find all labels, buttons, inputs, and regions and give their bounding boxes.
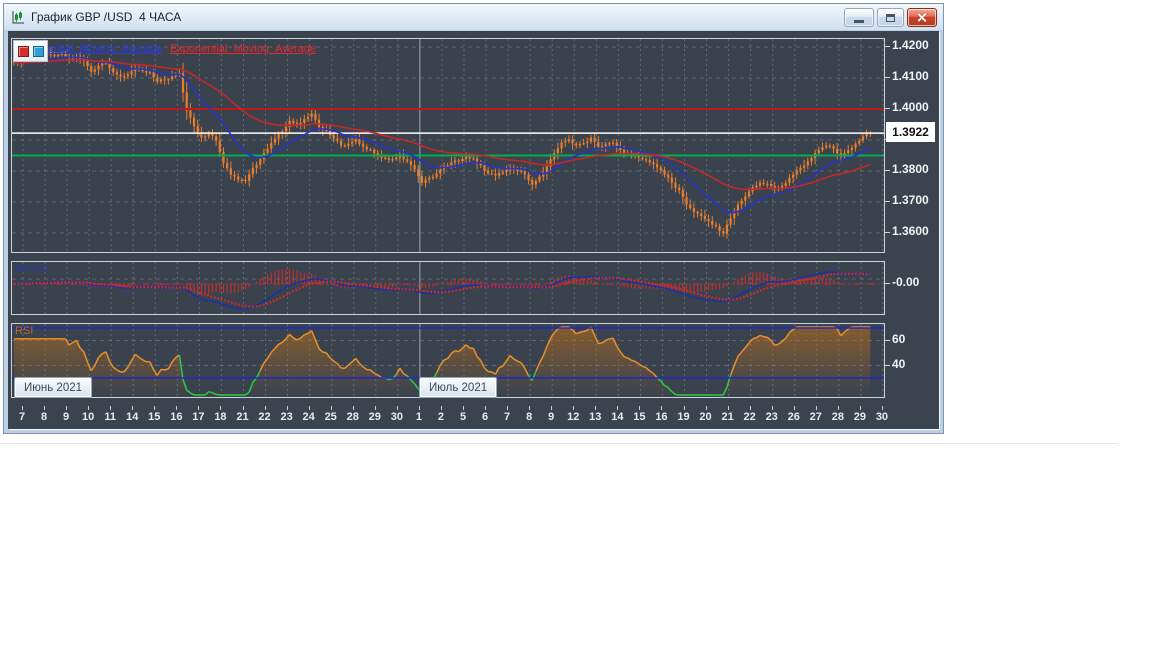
close-button[interactable] [907,8,937,27]
price-axis-label: 1.3700 [892,193,929,207]
time-axis-label: 2 [430,406,452,423]
macd-axis-tick [884,283,890,284]
time-axis-label: 17 [187,406,209,423]
chart-window-icon [10,9,26,25]
indicator-legend: Exponential_Moving_Average Exponential_M… [16,39,316,59]
price-axis-label: 1.4200 [892,38,929,52]
time-axis-label: 25 [320,406,342,423]
rsi-axis-tick [884,339,890,341]
legend-color-chips [13,40,48,62]
ema-slow-legend[interactable]: Exponential_Moving_Average [170,43,316,55]
month-badge-july[interactable]: Июль 2021 [419,377,498,398]
price-axis-label: 1.3600 [892,224,929,238]
time-axis-label: 15 [628,406,650,423]
macd-chart-svg [12,262,884,314]
macd-label: MACD [15,263,48,275]
price-chart-svg [12,39,884,252]
time-axis-label: 9 [540,406,562,423]
time-axis-label: 22 [254,406,276,423]
time-axis-label: 11 [99,406,121,423]
time-axis-label: 20 [695,406,717,423]
price-panel[interactable] [11,38,885,253]
time-axis-label: 30 [386,406,408,423]
price-axis-tick [884,77,890,78]
price-axis-tick [884,108,890,109]
time-axis-label: 21 [717,406,739,423]
time-axis-label: 26 [783,406,805,423]
time-axis-label: 13 [584,406,606,423]
time-axis-label: 19 [673,406,695,423]
background-divider [0,443,1118,444]
time-axis-label: 14 [606,406,628,423]
time-axis-label: 29 [849,406,871,423]
time-axis-label: 30 [871,406,893,423]
minimize-button[interactable] [844,8,874,27]
time-axis-label: 8 [518,406,540,423]
time-axis-label: 7 [496,406,518,423]
grid-horizontal [12,46,884,234]
rsi-label: RSI [15,325,34,337]
time-axis-label: 7 [11,406,33,423]
time-axis-label: 23 [761,406,783,423]
window-controls [844,8,937,27]
time-axis-label: 6 [474,406,496,423]
ema-fast-color-chip[interactable] [32,45,44,57]
minimize-icon [854,20,864,23]
time-axis-label: 16 [650,406,672,423]
macd-axis-label: -0.00 [892,275,920,289]
ema-slow-color-chip[interactable] [17,45,29,57]
time-axis-label: 23 [276,406,298,423]
current-price-label: 1.3922 [886,122,935,142]
rsi-axis-label: 40 [892,356,906,371]
time-axis-label: 8 [33,406,55,423]
price-axis-tick [884,201,890,202]
time-axis-label: 9 [55,406,77,423]
close-icon [917,12,928,23]
time-axis-label: 1 [408,406,430,423]
time-axis-label: 24 [298,406,320,423]
time-axis-label: 28 [342,406,364,423]
rsi-axis-tick [884,364,890,366]
chart-window: График GBP /USD 4 ЧАСА Exponential_Movin… [3,3,944,434]
time-axis-label: 29 [364,406,386,423]
desktop: { "window": { "title": "График GBP /USD … [0,0,1152,648]
time-axis: 7 8 9 10 11 14 15 16 17 18 21 22 23 24 25 28 29 30 1 2 5 6 7 8 9… [8,405,939,427]
time-axis-label: 21 [232,406,254,423]
time-axis-label: 27 [805,406,827,423]
price-axis-tick [884,170,890,171]
time-axis-label: 18 [209,406,231,423]
price-axis-tick [884,46,890,47]
maximize-button[interactable] [877,8,904,27]
restore-icon [886,13,895,22]
time-axis-label: 5 [452,406,474,423]
price-axis-label: 1.4100 [892,69,929,83]
window-title: График GBP /USD 4 ЧАСА [31,10,182,24]
time-axis-label: 16 [165,406,187,423]
time-axis-label: 12 [562,406,584,423]
macd-panel[interactable] [11,261,885,315]
rsi-axis-label: 60 [892,331,906,346]
time-axis-label: 22 [739,406,761,423]
titlebar[interactable]: График GBP /USD 4 ЧАСА [4,4,943,30]
month-badge-june[interactable]: Июнь 2021 [14,377,93,398]
time-axis-label: 14 [121,406,143,423]
price-axis-label: 1.3800 [892,162,929,176]
time-axis-label: 28 [827,406,849,423]
time-axis-label: 10 [77,406,99,423]
chart-client-area: Exponential_Moving_Average Exponential_M… [8,31,939,429]
price-axis-tick [884,232,890,233]
price-axis-label: 1.4000 [892,100,929,114]
time-axis-label: 15 [143,406,165,423]
